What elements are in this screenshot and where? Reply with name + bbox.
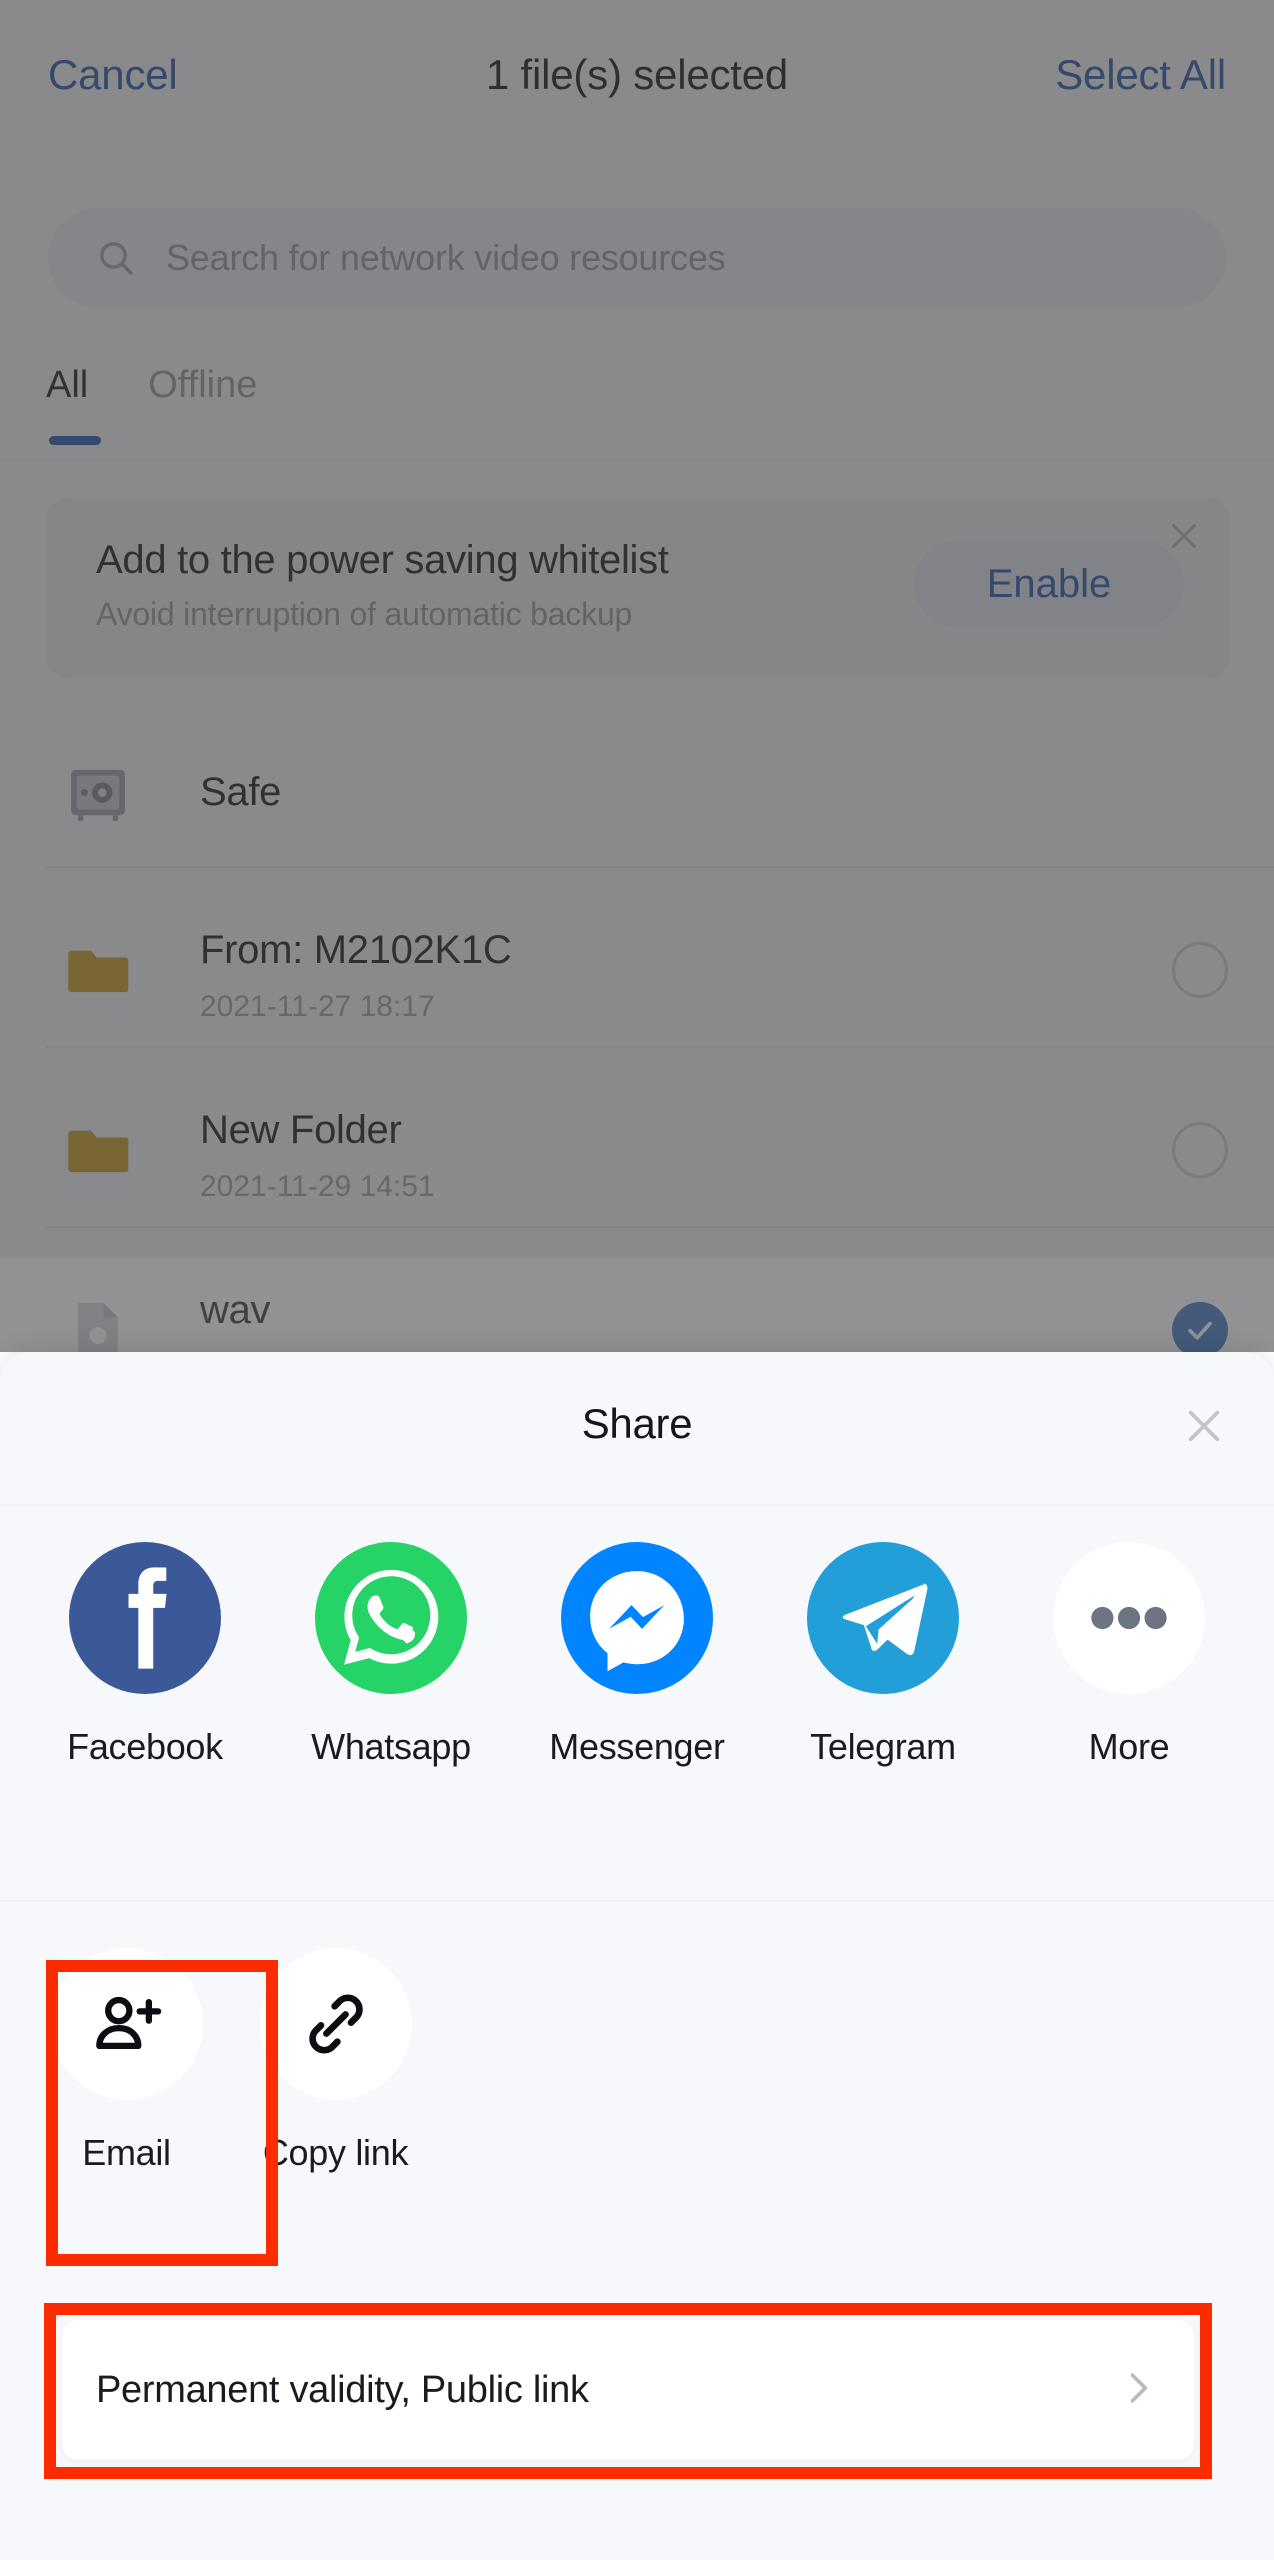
link-chain-icon [259, 1948, 412, 2100]
person-add-icon [50, 1948, 203, 2100]
chevron-right-icon [1116, 2366, 1160, 2415]
close-icon[interactable] [1178, 1400, 1230, 1452]
more-dots-icon [1053, 1542, 1205, 1694]
share-target-label: Whatsapp [311, 1726, 471, 1767]
share-sheet-header: Share [0, 1352, 1274, 1504]
share-target-facebook[interactable]: Facebook [22, 1542, 268, 1768]
share-target-label: Telegram [810, 1726, 956, 1767]
share-action-grid: Email Copy link [0, 1948, 1274, 2248]
share-target-telegram[interactable]: Telegram [760, 1542, 1006, 1768]
share-action-copy-link[interactable]: Copy link [231, 1948, 440, 2174]
selected-row-highlight [0, 1258, 1274, 1352]
share-target-whatsapp[interactable]: Whatsapp [268, 1542, 514, 1768]
whatsapp-icon [315, 1542, 467, 1694]
share-action-label: Email [82, 2132, 171, 2173]
telegram-icon [807, 1542, 959, 1694]
share-target-label: More [1088, 1726, 1170, 1767]
share-sheet-title: Share [581, 1400, 693, 1447]
share-action-email[interactable]: Email [22, 1948, 231, 2174]
share-target-label: Facebook [67, 1726, 223, 1767]
screen: Cancel 1 file(s) selected Select All Sea… [0, 0, 1274, 2560]
sheet-divider-2 [0, 1900, 1274, 1902]
share-target-more[interactable]: More [1006, 1542, 1252, 1768]
share-action-label: Copy link [262, 2132, 409, 2173]
share-target-label: Messenger [549, 1726, 725, 1767]
link-settings-row[interactable]: Permanent validity, Public link [62, 2320, 1194, 2460]
modal-scrim[interactable] [0, 0, 1274, 1352]
share-app-grid: Facebook Whatsapp Messenger Telegram Mor… [0, 1542, 1274, 1872]
share-target-messenger[interactable]: Messenger [514, 1542, 760, 1768]
link-settings-label: Permanent validity, Public link [96, 2368, 589, 2411]
facebook-icon [69, 1542, 221, 1694]
messenger-icon [561, 1542, 713, 1694]
sheet-divider [0, 1504, 1274, 1506]
